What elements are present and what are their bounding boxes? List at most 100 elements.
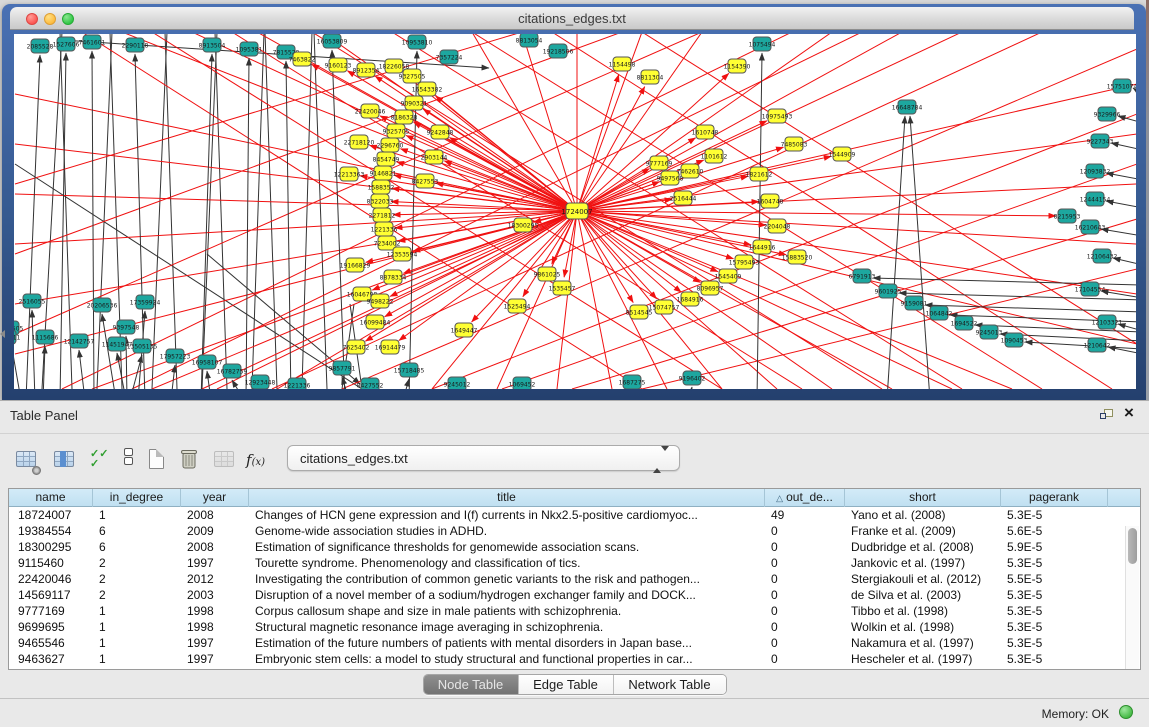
graph-node[interactable]: 1687275 [619, 375, 646, 389]
table-row[interactable]: 2242004622012Investigating the contribut… [9, 571, 1140, 587]
panel-collapse-arrow-icon[interactable] [0, 330, 5, 338]
graph-node[interactable]: 1221336 [284, 378, 311, 389]
graph-node[interactable]: 1210642 [1084, 338, 1111, 352]
column-header-short[interactable]: short [845, 489, 1001, 507]
network-canvas[interactable]: 208552815276067461601 2290118 8913504 10953… [14, 34, 1136, 389]
graph-node[interactable]: 9861025 [534, 267, 561, 281]
graph-node[interactable]: 1610748 [692, 125, 719, 139]
graph-node[interactable]: 16914479 [375, 340, 406, 354]
network-window-titlebar[interactable]: citations_edges.txt [10, 7, 1134, 30]
column-header-year[interactable]: year [181, 489, 249, 507]
graph-node[interactable]: 7462610 [677, 164, 704, 178]
graph-node[interactable]: 9160123 [325, 58, 352, 72]
graph-node[interactable]: 16053809 [317, 34, 348, 48]
table-row[interactable]: 969969511998Structural magnetic resonanc… [9, 619, 1140, 635]
table-row[interactable]: 946554611997Estimation of the future num… [9, 635, 1140, 651]
scrollbar-thumb[interactable] [1128, 528, 1137, 564]
graph-node[interactable]: 2290118 [122, 38, 149, 52]
graph-node[interactable]: 9245012 [444, 377, 471, 389]
graph-node[interactable]: 12106432 [1087, 249, 1118, 263]
graph-node[interactable]: 19218506 [543, 44, 574, 58]
graph-node[interactable]: 1154498 [609, 57, 636, 71]
create-column-icon[interactable] [145, 447, 171, 473]
graph-node[interactable]: 7461601 [79, 35, 106, 49]
graph-node[interactable]: 9397548 [113, 320, 140, 334]
graph-node[interactable]: 1527606 [53, 37, 80, 51]
selection-mode-icon[interactable]: ✓✓✓ [88, 447, 114, 473]
graph-node[interactable]: 17957223 [160, 349, 191, 363]
graph-node[interactable]: 2516444 [670, 191, 697, 205]
graph-node[interactable]: 8811304 [637, 70, 664, 84]
graph-node[interactable]: 8322033 [367, 194, 394, 208]
table-scrollbar[interactable] [1125, 526, 1139, 669]
graph-node[interactable]: 16648784 [892, 100, 923, 114]
graph-node[interactable]: 9196402 [679, 371, 706, 385]
table-options-icon[interactable] [14, 447, 40, 473]
graph-node[interactable]: 1095381 [236, 42, 263, 56]
graph-node[interactable]: 8813054 [516, 34, 543, 47]
delete-table-icon[interactable] [212, 447, 238, 473]
graph-node[interactable]: 9857791 [329, 361, 356, 375]
graph-node[interactable]: 1115686 [32, 330, 59, 344]
graph-node[interactable]: 2296760 [377, 138, 404, 152]
graph-node[interactable]: 12093832 [1080, 164, 1111, 178]
graph-node[interactable]: 1588352 [368, 180, 395, 194]
column-header-pagerank[interactable]: pagerank [1001, 489, 1108, 507]
graph-node[interactable]: 22718120 [344, 135, 375, 149]
graph-node[interactable]: 9327505 [399, 69, 426, 83]
table-row[interactable]: 1872400712008Changes of HCN gene express… [9, 507, 1140, 523]
graph-node[interactable]: 1154390 [724, 59, 751, 73]
graph-node[interactable]: 1064842 [926, 306, 953, 320]
graph-node[interactable]: 1535457 [549, 281, 576, 295]
graph-node[interactable]: 2516055 [19, 294, 46, 308]
table-row[interactable]: 1830029562008Estimation of significance … [9, 539, 1140, 555]
graph-node[interactable]: 9245013 [976, 325, 1003, 339]
graph-node[interactable]: 9601925 [875, 284, 902, 298]
column-header-in_degree[interactable]: in_degree [93, 489, 181, 507]
graph-node[interactable]: 8215953 [1054, 209, 1081, 223]
graph-node[interactable]: 1649447 [451, 323, 478, 337]
close-panel-icon[interactable]: × [1124, 403, 1134, 423]
graph-node[interactable]: 10953810 [402, 35, 433, 49]
graph-node[interactable]: 1604748 [757, 194, 784, 208]
graph-node[interactable]: 8913504 [199, 38, 226, 52]
graph-node[interactable]: 1684916 [677, 292, 704, 306]
table-row[interactable]: 1938455462009Genome-wide association stu… [9, 523, 1140, 539]
tab-node-table[interactable]: Node Table [424, 675, 519, 695]
tab-network-table[interactable]: Network Table [614, 675, 726, 695]
float-panel-icon[interactable] [1100, 409, 1115, 423]
column-header-title[interactable]: title [249, 489, 765, 507]
column-header-out_de[interactable]: △out_de... [765, 489, 845, 507]
graph-node[interactable]: 8427553 [412, 174, 439, 188]
graph-node[interactable]: 15883520 [782, 250, 813, 264]
graph-node[interactable]: 2085528 [27, 39, 54, 53]
graph-node[interactable]: 12103321 [1092, 315, 1123, 329]
graph-node[interactable]: 9329966 [1094, 107, 1121, 121]
graph-node[interactable]: 12444154 [1080, 192, 1111, 206]
graph-hub-node[interactable]: 1724007 [561, 203, 592, 219]
graph-node[interactable]: 8096957 [697, 281, 724, 295]
graph-node[interactable]: 8186328 [391, 110, 418, 124]
graph-node[interactable]: 1101612 [701, 149, 728, 163]
graph-node[interactable]: 12923448 [245, 375, 276, 389]
function-builder-icon[interactable]: f(x) [246, 447, 272, 473]
column-header-name[interactable]: name [9, 489, 93, 507]
graph-node[interactable]: 8878334 [380, 270, 407, 284]
graph-node[interactable]: 1075494 [749, 37, 776, 51]
graph-node[interactable]: 15751074 [1107, 79, 1136, 93]
graph-node[interactable]: 7357224 [436, 50, 463, 64]
graph-node[interactable]: 9325705 [383, 124, 410, 138]
table-row[interactable]: 911546021997Tourette syndrome. Phenomeno… [9, 555, 1140, 571]
graph-node[interactable]: 7485083 [781, 137, 808, 151]
delete-columns-icon[interactable] [178, 447, 204, 473]
table-row[interactable]: 1456911722003Disruption of a novel membe… [9, 587, 1140, 603]
graph-node[interactable]: 15074757 [649, 300, 680, 314]
graph-node[interactable]: 12142757 [64, 334, 95, 348]
show-columns-icon[interactable] [52, 447, 78, 473]
graph-node[interactable]: 2204048 [764, 219, 791, 233]
graph-node[interactable]: 16099484 [360, 315, 391, 329]
graph-node[interactable]: 7625402 [343, 340, 370, 354]
table-row[interactable]: 977716911998Corpus callosum shape and si… [9, 603, 1140, 619]
graph-node[interactable]: 9498222 [367, 294, 394, 308]
graph-node[interactable]: 2271812 [369, 208, 396, 222]
